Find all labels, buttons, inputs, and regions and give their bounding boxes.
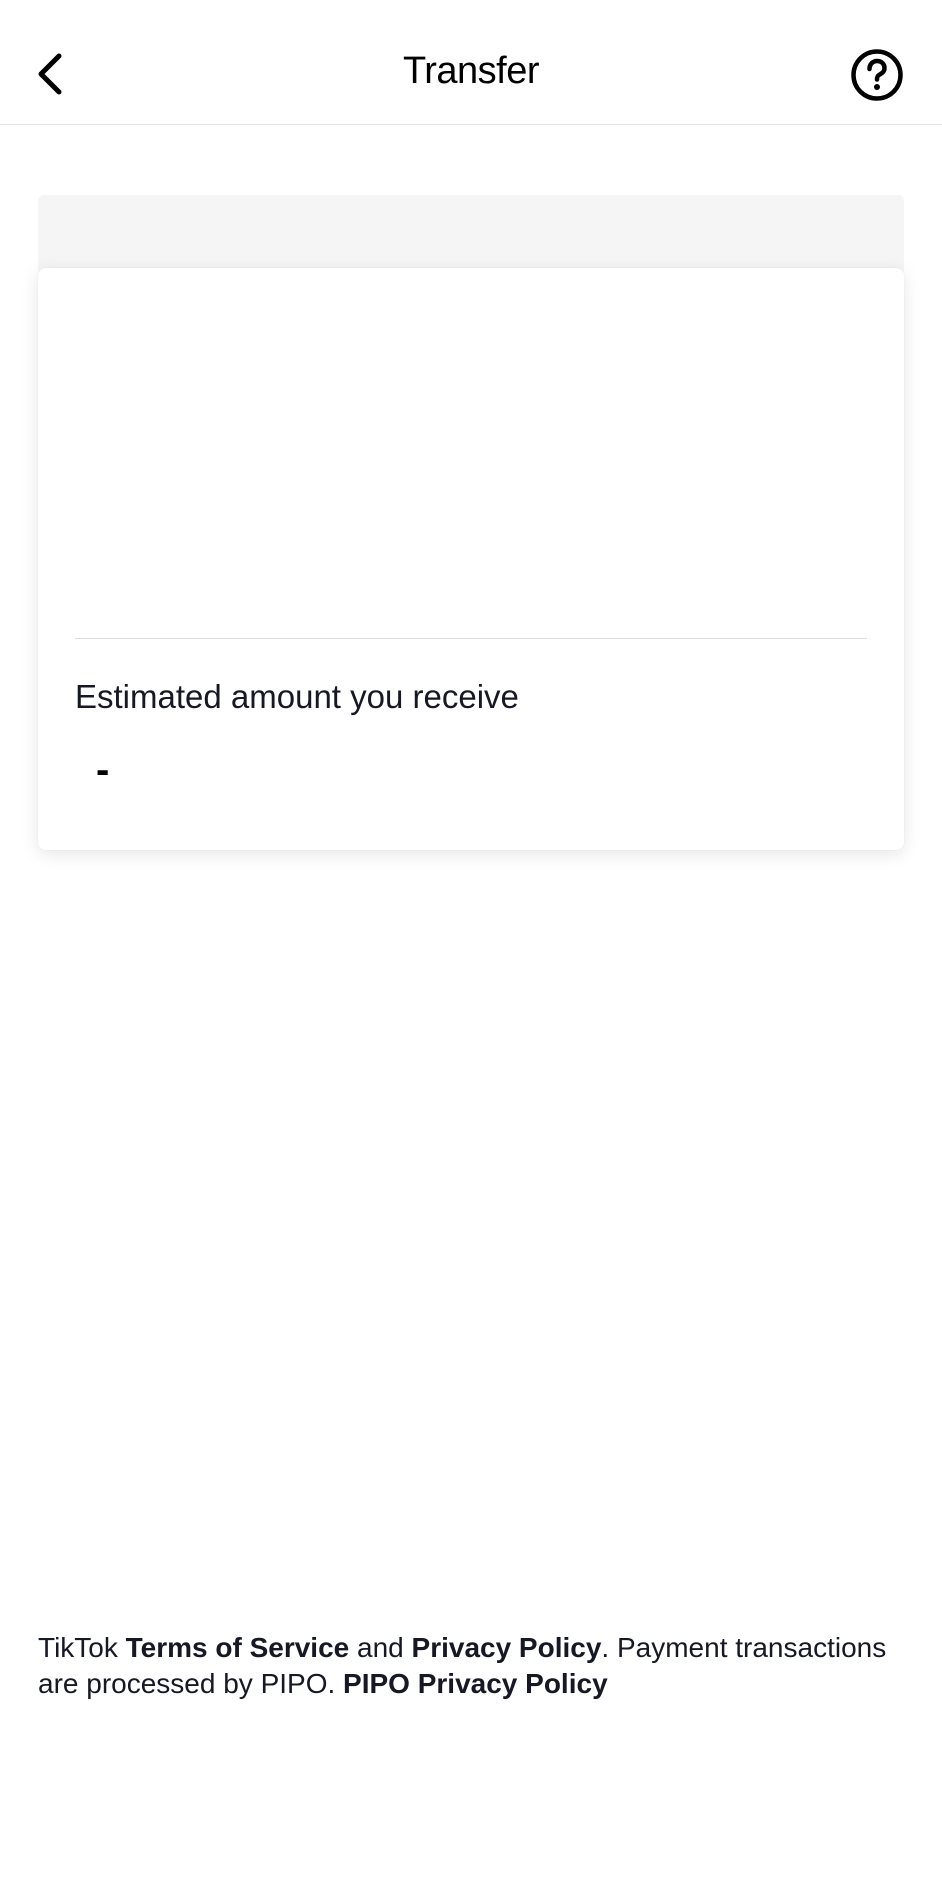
card-divider xyxy=(75,638,867,639)
estimated-amount-value: - xyxy=(96,748,110,792)
estimated-amount-label: Estimated amount you receive xyxy=(75,678,519,715)
privacy-policy-link[interactable]: Privacy Policy xyxy=(412,1632,602,1663)
footer-prefix: TikTok xyxy=(38,1632,126,1663)
transfer-card: Estimated amount you receive - xyxy=(38,268,904,850)
top-nav-bar: Transfer xyxy=(0,0,942,125)
question-circle-icon xyxy=(851,49,903,101)
help-button[interactable] xyxy=(850,48,904,102)
footer-legal-text: TikTok Terms of Service and Privacy Poli… xyxy=(38,1630,898,1702)
loading-placeholder-strip xyxy=(38,195,904,275)
terms-of-service-link[interactable]: Terms of Service xyxy=(126,1632,350,1663)
pipo-privacy-policy-link[interactable]: PIPO Privacy Policy xyxy=(343,1668,608,1699)
page-title: Transfer xyxy=(402,50,540,92)
footer-and-text: and xyxy=(349,1632,412,1663)
